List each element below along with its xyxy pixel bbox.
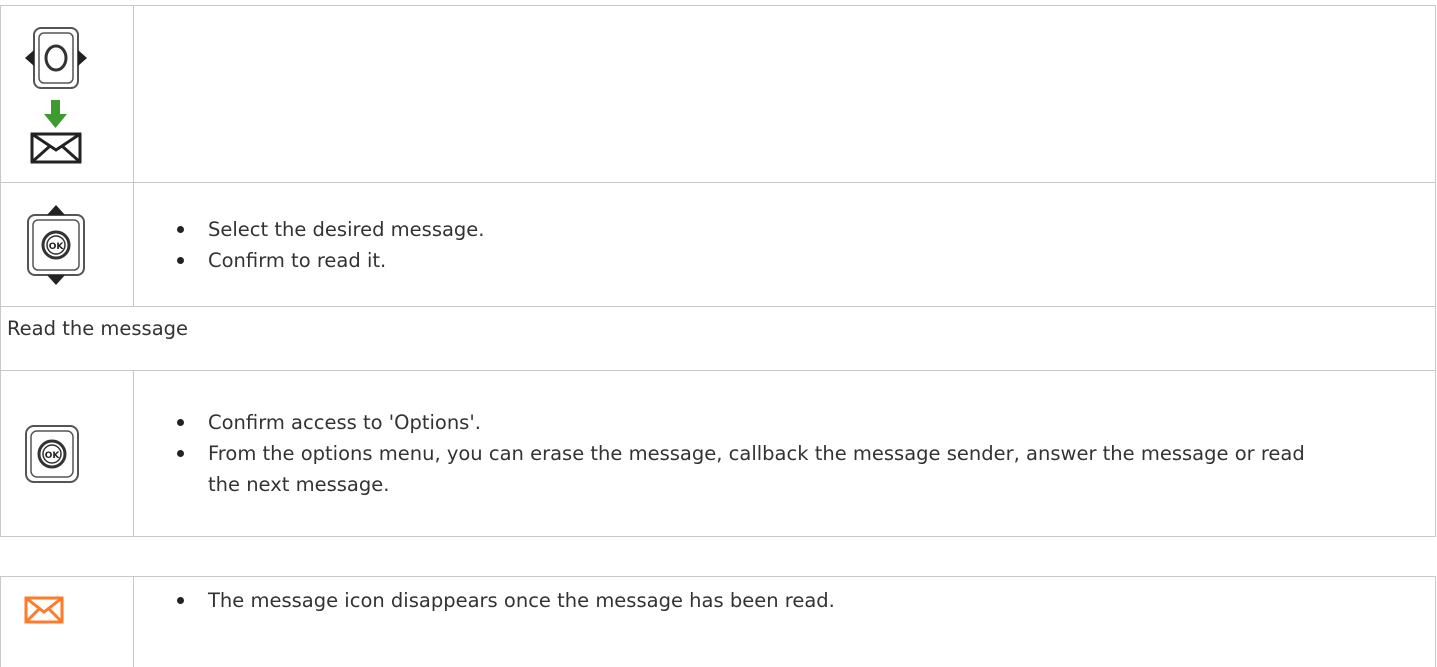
left-right-navigator-icon — [25, 27, 87, 89]
list-item: Confirm to read it. — [158, 245, 1435, 276]
svg-text:OK: OK — [49, 242, 65, 252]
description-cell: The message icon disappears once the mes… — [133, 576, 1436, 667]
description-cell: Select the desired message. Confirm to r… — [133, 182, 1436, 307]
list-item: From the options menu, you can erase the… — [158, 438, 1435, 500]
table-row: OK Confirm access to 'Options'. From the… — [0, 370, 1436, 537]
icon-cell: OK — [0, 182, 134, 307]
list-item: The message icon disappears once the mes… — [158, 585, 1435, 616]
description-cell: Confirm access to 'Options'. From the op… — [133, 370, 1436, 537]
icon-cell — [0, 5, 134, 183]
download-message-icon — [30, 100, 82, 164]
table-row — [0, 5, 1436, 183]
table-row: The message icon disappears once the mes… — [0, 576, 1436, 667]
icon-cell: OK — [0, 370, 134, 537]
list-item: Select the desired message. — [158, 214, 1435, 245]
table-row: Read the message — [0, 306, 1436, 371]
ok-button-icon: OK — [25, 424, 79, 483]
message-envelope-icon — [24, 596, 64, 624]
svg-text:OK: OK — [45, 451, 61, 461]
table-row: OK Select the desired message. Confirm t… — [0, 182, 1436, 307]
bullet-list: The message icon disappears once the mes… — [158, 585, 1435, 616]
bullet-list: Confirm access to 'Options'. From the op… — [158, 407, 1435, 500]
icon-cell — [0, 576, 134, 667]
description-cell — [133, 5, 1436, 183]
up-down-ok-navigator-icon: OK — [27, 204, 85, 285]
note-table: The message icon disappears once the mes… — [0, 576, 1436, 667]
bullet-list: Select the desired message. Confirm to r… — [158, 214, 1435, 276]
instructions-table: OK Select the desired message. Confirm t… — [0, 5, 1436, 537]
list-item: Confirm access to 'Options'. — [158, 407, 1435, 438]
section-heading: Read the message — [0, 306, 1436, 371]
